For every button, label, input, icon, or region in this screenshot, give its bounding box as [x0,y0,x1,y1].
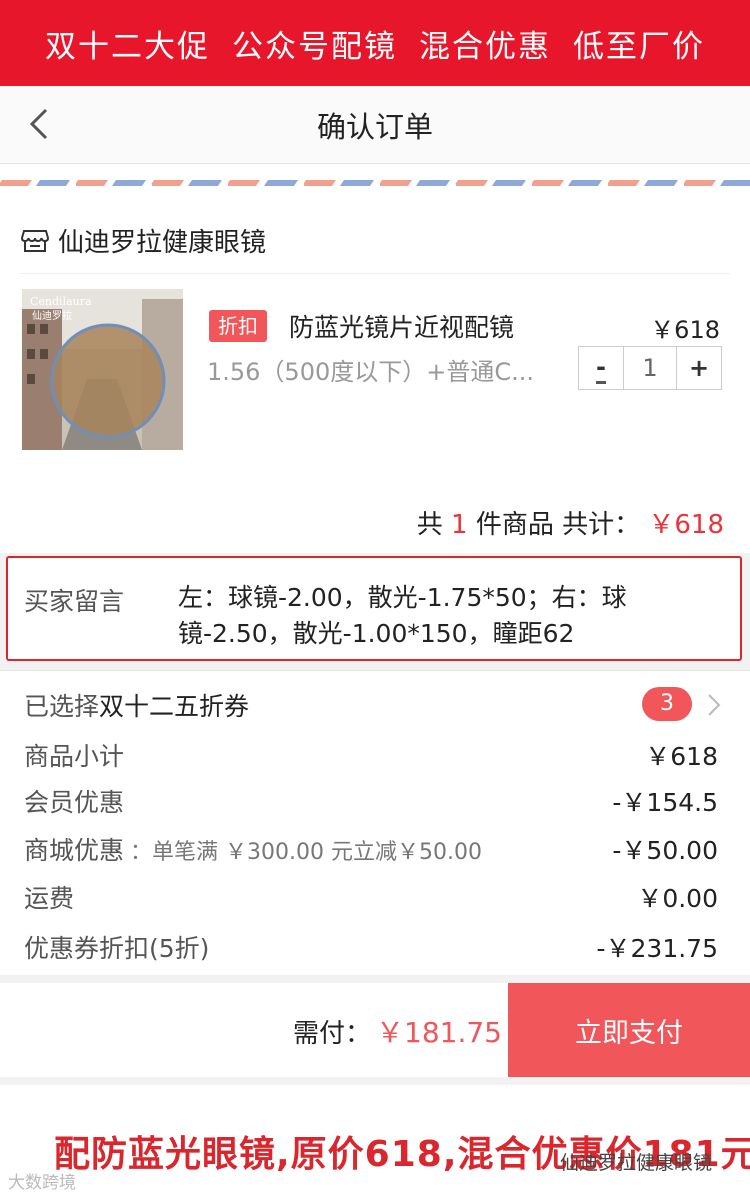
summary-row: 商城优惠 ：单笔满 ￥300.00 元立减￥50.00 -￥50.00 [24,831,718,867]
total-amount: ￥618 [648,510,724,540]
decrease-button[interactable]: - [579,347,623,389]
item-count: 1 [451,510,468,540]
increase-button[interactable]: + [677,347,721,389]
divider [20,273,730,274]
banner-item: 双十二大促 [45,28,210,65]
product-spec: 1.56（500度以下）+普通C... [207,358,534,386]
banner-item: 公众号配镜 [232,28,397,65]
minus-icon: - [596,353,606,384]
svg-text:仙迪罗拉: 仙迪罗拉 [32,309,72,322]
watermark-left: 大数跨境 [8,1173,76,1193]
summary-value: -￥154.5 [612,788,718,817]
discount-badge: 折扣 [209,310,267,342]
summary-row: 运费 ￥0.00 [24,879,718,915]
coupon-count-badge[interactable]: 3 [642,687,692,721]
summary-value: -￥50.00 [612,836,718,865]
order-card: 仙迪罗拉健康眼镜 Cendilaura 仙迪罗拉 折扣 防蓝光镜片近视配镜 ￥6… [0,200,750,553]
product-name[interactable]: 防蓝光镜片近视配镜 [289,308,514,344]
summary-value: ￥618 [645,742,718,771]
promo-note: ：单笔满 ￥300.00 元立减￥50.00 [130,840,482,865]
svg-text:Cendilaura: Cendilaura [30,295,92,308]
quantity-input[interactable]: 1 [623,347,677,389]
summary-value: ￥0.00 [637,884,718,913]
order-total: 共 1 件商品 共计： ￥618 [417,504,724,541]
banner-item: 混合优惠 [419,28,551,65]
page-title: 确认订单 [316,109,433,144]
summary-row: 优惠券折扣(5折) -￥231.75 [24,929,718,965]
coupon-selector[interactable]: 已选择双十二五折券 [24,687,249,723]
promo-caption-area: 配防蓝光眼镜,原价618,混合优惠价181元 [0,1085,750,1193]
summary-label: 运费 [24,884,75,913]
quantity-stepper: - 1 + [578,346,722,390]
buyer-message-input[interactable]: 左：球镜-2.00，散光-1.75*50；右：球镜-2.50，散光-1.00*1… [178,580,698,652]
store-header[interactable]: 仙迪罗拉健康眼镜 [20,220,266,260]
product-image[interactable]: Cendilaura 仙迪罗拉 [22,289,183,450]
store-name: 仙迪罗拉健康眼镜 [58,227,267,258]
total-prefix: 共 [416,510,443,540]
pay-now-button[interactable]: 立即支付 [508,983,750,1077]
summary-value: -￥231.75 [596,934,719,963]
address-stripe-divider [0,164,750,200]
promo-banner: 双十二大促 公众号配镜 混合优惠 低至厂价 [0,0,750,86]
coupon-name: 双十二五折券 [99,692,250,721]
buyer-message-label: 买家留言 [24,587,125,616]
price-summary: 已选择双十二五折券 3 商品小计 ￥618 会员优惠 -￥154.5 商城优惠：… [0,670,750,975]
coupon-prefix: 已选择 [24,692,100,721]
pay-amount: ￥181.75 [376,1016,502,1049]
watermark-right: 仙迪罗拉健康眼镜 [560,1152,713,1174]
summary-row: 商品小计 ￥618 [24,737,718,773]
total-middle: 件商品 共计： [475,510,641,540]
summary-label: 会员优惠 [24,788,125,817]
banner-item: 低至厂价 [573,28,705,65]
pay-label: 需付： [293,1019,372,1049]
product-price: ￥618 [650,316,720,344]
summary-row: 会员优惠 -￥154.5 [24,783,718,819]
summary-label: 商城优惠 ：单笔满 ￥300.00 元立减￥50.00 [24,836,482,865]
buyer-message[interactable]: 买家留言 左：球镜-2.00，散光-1.75*50；右：球镜-2.50，散光-1… [6,556,742,661]
back-arrow-icon[interactable] [24,106,60,142]
nav-header: 确认订单 [0,86,750,164]
store-icon [20,230,50,252]
summary-label: 商品小计 [24,742,125,771]
pay-bar: 需付： ￥181.75 立即支付 [0,983,750,1077]
chevron-right-icon[interactable] [705,691,723,719]
summary-label: 优惠券折扣(5折) [24,934,210,963]
